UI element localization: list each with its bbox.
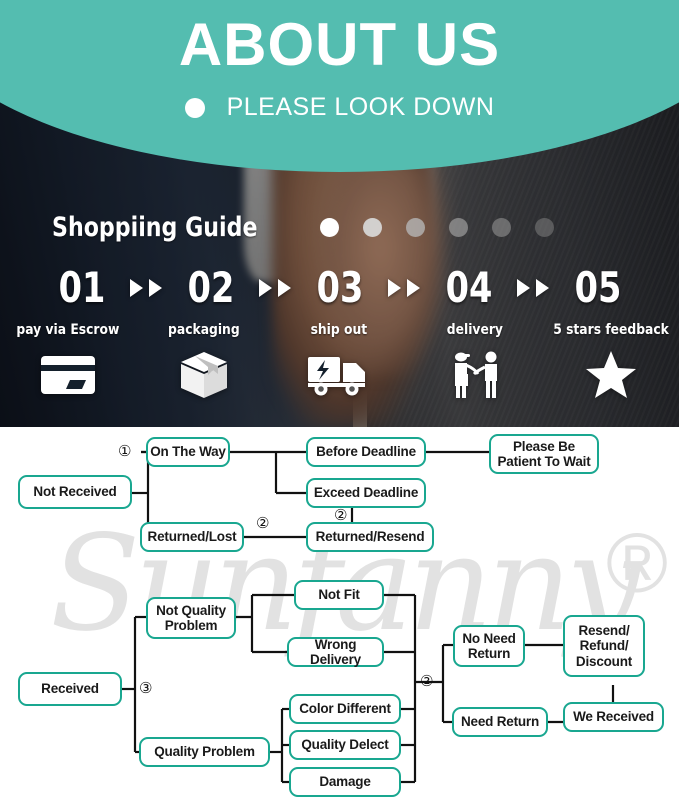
flow-node-on-the-way[interactable]: On The Way <box>146 437 230 467</box>
filled-circle-icon <box>184 97 205 118</box>
progress-dots <box>319 218 554 237</box>
flow-node-no-need-return[interactable]: No Need Return <box>453 625 525 667</box>
flow-node-not-received[interactable]: Not Received <box>18 475 132 509</box>
flow-node-returned-resend[interactable]: Returned/Resend <box>306 522 434 552</box>
step-number-03: 03 <box>316 263 363 312</box>
flow-node-returned-lost[interactable]: Returned/Lost <box>140 522 244 552</box>
step-item-ship-out: ship out <box>271 322 407 404</box>
flow-node-received[interactable]: Received <box>18 672 122 706</box>
step-number-01: 01 <box>58 263 105 312</box>
shopping-guide-title: Shoppiing Guide <box>52 212 258 243</box>
progress-dot <box>448 218 468 237</box>
triangle-right-icon <box>149 278 162 297</box>
step-number-02: 02 <box>187 263 234 312</box>
flow-marker-2-exceed-deadline: ② <box>334 506 348 524</box>
step-label-5-stars-feedback: 5 stars feedback <box>553 322 669 338</box>
progress-dot <box>405 218 425 237</box>
progress-dot <box>534 218 554 237</box>
flow-node-not-quality-problem[interactable]: Not Quality Problem <box>146 597 236 639</box>
triangle-right-icon <box>259 278 272 297</box>
star-icon <box>543 346 679 404</box>
step-arrows-1 <box>120 278 173 297</box>
hero-subtitle-row: PLEASE LOOK DOWN <box>0 93 679 122</box>
flow-marker-2-returned-lost: ② <box>256 514 270 532</box>
progress-dot <box>319 218 339 237</box>
steps-label-row: pay via Escrow packaging ship out delive… <box>0 322 679 404</box>
step-arrows-4 <box>507 278 560 297</box>
flow-node-damage[interactable]: Damage <box>289 767 401 797</box>
flow-node-before-deadline[interactable]: Before Deadline <box>306 437 426 467</box>
flow-node-need-return[interactable]: Need Return <box>452 707 548 737</box>
steps-number-row: 01 02 03 04 05 <box>0 263 679 312</box>
step-arrows-2 <box>249 278 302 297</box>
step-arrows-3 <box>378 278 431 297</box>
triangle-right-icon <box>536 278 549 297</box>
triangle-right-icon <box>388 278 401 297</box>
step-label-packaging: packaging <box>167 322 240 338</box>
step-item-delivery: delivery <box>407 322 543 404</box>
order-status-flowchart: Sunfanny ® <box>0 427 679 805</box>
triangle-right-icon <box>278 278 291 297</box>
hero-banner: ABOUT US PLEASE LOOK DOWN Shoppiing Guid… <box>0 0 679 427</box>
flow-node-wrong-delivery[interactable]: Wrong Delivery <box>287 637 384 667</box>
triangle-right-icon <box>130 278 143 297</box>
credit-card-icon <box>0 346 136 404</box>
flow-node-quality-problem[interactable]: Quality Problem <box>139 737 270 767</box>
flow-marker-3-received: ③ <box>139 679 153 697</box>
step-number-05: 05 <box>574 263 621 312</box>
triangle-right-icon <box>407 278 420 297</box>
progress-dot <box>362 218 382 237</box>
step-item-packaging: packaging <box>136 322 272 404</box>
step-label-ship-out: ship out <box>311 322 368 338</box>
handover-people-icon <box>407 346 543 404</box>
flow-node-we-received[interactable]: We Received <box>563 702 664 732</box>
flow-marker-1-not-received: ① <box>118 442 132 460</box>
package-box-icon <box>136 346 272 404</box>
flow-node-resend-refund-discount[interactable]: Resend/ Refund/ Discount <box>563 615 645 677</box>
step-item-pay-via-escrow: pay via Escrow <box>0 322 136 404</box>
delivery-truck-icon <box>271 346 407 404</box>
flow-marker-2-return-branch: ② <box>420 672 434 690</box>
flow-node-quality-delect[interactable]: Quality Delect <box>289 730 401 760</box>
shopping-guide-row: Shoppiing Guide <box>52 212 554 243</box>
step-label-delivery: delivery <box>447 322 504 338</box>
step-label-pay-via-escrow: pay via Escrow <box>16 322 120 338</box>
hero-subtitle: PLEASE LOOK DOWN <box>226 93 495 121</box>
step-item-5-stars-feedback: 5 stars feedback <box>543 322 679 404</box>
page-title: ABOUT US <box>178 11 501 78</box>
step-number-04: 04 <box>445 263 492 312</box>
flow-node-not-fit[interactable]: Not Fit <box>294 580 384 610</box>
flow-node-please-be-patient-to-wait[interactable]: Please Be Patient To Wait <box>489 434 599 474</box>
progress-dot <box>491 218 511 237</box>
flow-node-color-different[interactable]: Color Different <box>289 694 401 724</box>
triangle-right-icon <box>517 278 530 297</box>
flow-node-exceed-deadline[interactable]: Exceed Deadline <box>306 478 426 508</box>
